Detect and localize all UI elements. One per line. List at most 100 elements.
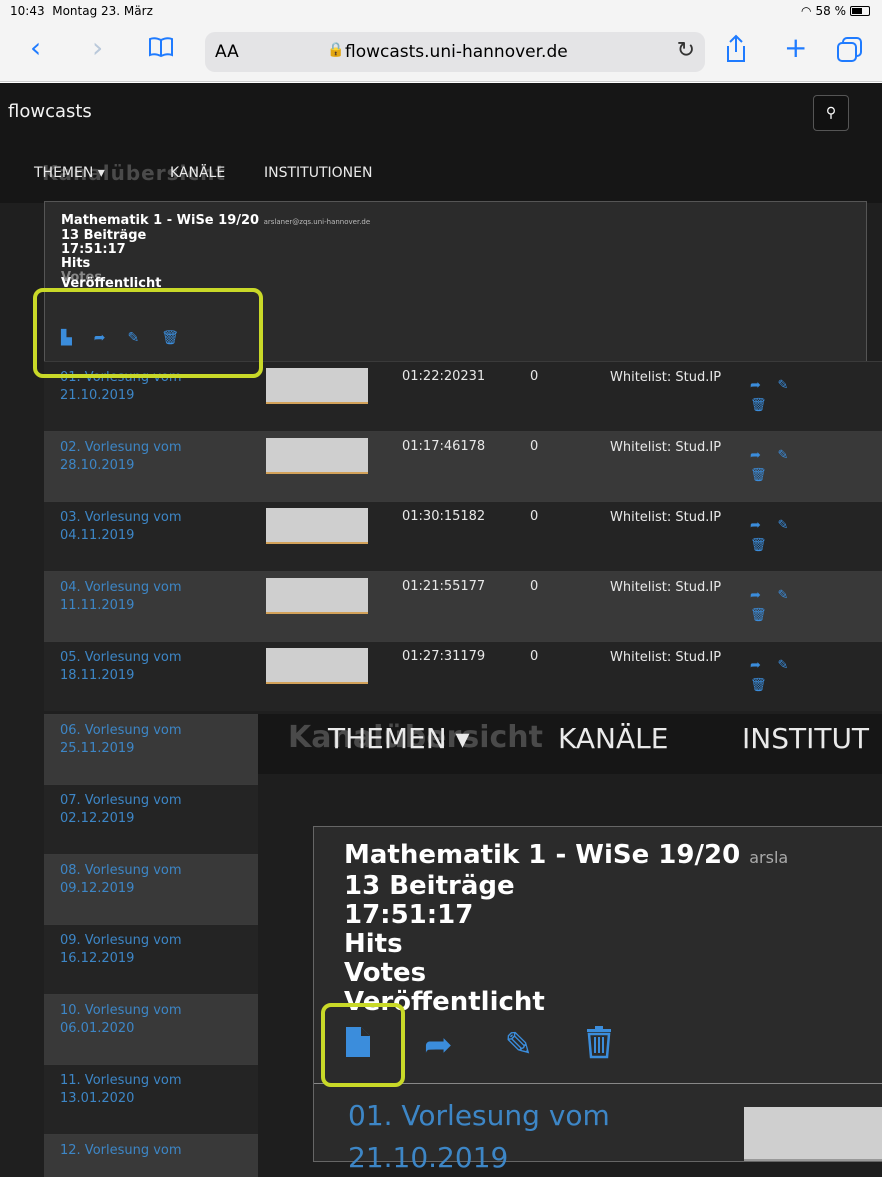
share-icon[interactable]: ➦: [750, 588, 761, 603]
row-title[interactable]: 09. Vorlesung vom 16.12.2019: [60, 932, 250, 968]
site-brand[interactable]: flowcasts: [8, 101, 92, 122]
trash-icon[interactable]: 🗑: [161, 330, 179, 346]
list-item[interactable]: 10. Vorlesung vom 06.01.2020: [44, 994, 258, 1064]
channel-email: arslaner@zqs.uni-hannover.de: [263, 218, 371, 226]
zoomed-divider: [314, 1083, 882, 1084]
forward-icon[interactable]: ›: [92, 32, 103, 64]
row-votes: 0: [530, 649, 539, 664]
row-duration: 01:27:31179: [402, 649, 486, 664]
share-icon[interactable]: ➦: [750, 448, 761, 463]
row-access: Whitelist: Stud.IP: [610, 510, 722, 525]
file-icon[interactable]: [344, 1025, 372, 1068]
row-access: Whitelist: Stud.IP: [610, 440, 722, 455]
main-nav: Kanalübersicht THEMEN ▾ KANÄLE INSTITUTI…: [0, 143, 882, 203]
table-row[interactable]: 04. Vorlesung vom 11.11.2019 01:21:55177…: [44, 571, 882, 641]
pencil-icon[interactable]: ✎: [777, 518, 788, 533]
zoomed-nav-kanaele[interactable]: KANÄLE: [558, 722, 668, 755]
row-title[interactable]: 08. Vorlesung vom 09.12.2019: [60, 862, 250, 898]
share-icon[interactable]: ➦: [750, 518, 761, 533]
share-sheet-icon[interactable]: [724, 34, 748, 72]
row-title[interactable]: 11. Vorlesung vom 13.01.2020: [60, 1072, 250, 1108]
battery-label: 58 %: [815, 4, 847, 18]
row-title[interactable]: 07. Vorlesung vom 02.12.2019: [60, 792, 250, 828]
list-item[interactable]: 06. Vorlesung vom 25.11.2019: [44, 714, 258, 784]
row-actions: ➦ ✎ 🗑: [750, 656, 810, 696]
row-title[interactable]: 05. Vorlesung vom 18.11.2019: [60, 649, 250, 685]
share-icon[interactable]: ➦: [94, 330, 106, 346]
nav-institutionen[interactable]: INSTITUTIONEN: [264, 165, 372, 181]
row-thumbnail[interactable]: [266, 508, 368, 544]
battery-icon: [850, 6, 870, 16]
search-button[interactable]: ⚲: [813, 95, 849, 131]
table-row[interactable]: 03. Vorlesung vom 04.11.2019 01:30:15182…: [44, 501, 882, 571]
address-bar[interactable]: AA 🔒 flowcasts.uni-hannover.de ↻: [205, 32, 705, 72]
text-size-button[interactable]: AA: [215, 42, 239, 62]
row-votes: 0: [530, 579, 539, 594]
zoomed-nav-institutionen[interactable]: INSTITUT: [742, 722, 869, 755]
nav-themen[interactable]: THEMEN ▾: [34, 165, 105, 181]
table-row[interactable]: 05. Vorlesung vom 18.11.2019 01:27:31179…: [44, 641, 882, 711]
zoomed-nav-themen[interactable]: THEMEN ▾: [328, 722, 470, 755]
pencil-icon[interactable]: ✎: [505, 1025, 534, 1068]
zoomed-row-title[interactable]: 01. Vorlesung vom 21.10.2019: [348, 1095, 678, 1177]
pencil-icon[interactable]: ✎: [777, 448, 788, 463]
zoomed-channel-email: arsla: [749, 848, 789, 867]
list-item[interactable]: 12. Vorlesung vom: [44, 1134, 258, 1177]
row-title[interactable]: 06. Vorlesung vom 25.11.2019: [60, 722, 250, 758]
pencil-icon[interactable]: ✎: [777, 588, 788, 603]
channel-panel: Mathematik 1 - WiSe 19/20 arslaner@zqs.u…: [44, 201, 867, 361]
row-thumbnail[interactable]: [266, 648, 368, 684]
bookmarks-icon[interactable]: [148, 36, 174, 68]
pencil-icon[interactable]: ✎: [128, 330, 140, 346]
site-body: flowcasts ⚲ Kanalübersicht THEMEN ▾ KANÄ…: [0, 83, 882, 1177]
channel-hits: Hits: [61, 256, 91, 271]
new-tab-icon[interactable]: +: [784, 32, 807, 64]
row-thumbnail[interactable]: [266, 578, 368, 614]
list-item[interactable]: 09. Vorlesung vom 16.12.2019: [44, 924, 258, 994]
row-title[interactable]: 03. Vorlesung vom 04.11.2019: [60, 509, 250, 545]
row-votes: 0: [530, 509, 539, 524]
episode-list-continued: 06. Vorlesung vom 25.11.2019 07. Vorlesu…: [44, 714, 258, 1177]
channel-title: Mathematik 1 - WiSe 19/20: [61, 213, 260, 228]
row-title[interactable]: 04. Vorlesung vom 11.11.2019: [60, 579, 250, 615]
share-icon[interactable]: ➦: [750, 378, 761, 393]
zoomed-channel-duration: 17:51:17: [344, 900, 474, 930]
back-icon[interactable]: ‹: [30, 32, 41, 64]
pencil-icon[interactable]: ✎: [777, 658, 788, 673]
url-text[interactable]: flowcasts.uni-hannover.de: [345, 42, 568, 62]
reload-icon[interactable]: ↻: [677, 38, 695, 63]
file-icon[interactable]: ▙: [61, 330, 72, 346]
row-duration: 01:22:20231: [402, 369, 486, 384]
row-thumbnail[interactable]: [266, 368, 368, 404]
row-duration: 01:17:46178: [402, 439, 486, 454]
trash-icon[interactable]: 🗑: [750, 608, 767, 623]
row-title[interactable]: 01. Vorlesung vom 21.10.2019: [60, 369, 250, 405]
row-title[interactable]: 10. Vorlesung vom 06.01.2020: [60, 1002, 250, 1038]
share-icon[interactable]: ➦: [424, 1025, 453, 1068]
row-title[interactable]: 12. Vorlesung vom: [60, 1142, 250, 1160]
trash-icon[interactable]: 🗑: [750, 678, 767, 693]
trash-icon[interactable]: 🗑: [750, 538, 767, 553]
zoomed-channel-panel: Mathematik 1 - WiSe 19/20 arsla 13 Beitr…: [313, 826, 882, 1174]
row-thumbnail[interactable]: [266, 438, 368, 474]
zoomed-nav: Kanalübersicht THEMEN ▾ KANÄLE INSTITUT: [258, 714, 882, 774]
lock-icon: 🔒: [327, 42, 345, 58]
zoomed-row-thumbnail[interactable]: [744, 1107, 882, 1161]
status-bar: 10:43 Montag 23. März ◠ 58 %: [0, 0, 882, 22]
trash-icon[interactable]: [585, 1025, 613, 1068]
list-item[interactable]: 11. Vorlesung vom 13.01.2020: [44, 1064, 258, 1134]
trash-icon[interactable]: 🗑: [750, 398, 767, 413]
list-item[interactable]: 08. Vorlesung vom 09.12.2019: [44, 854, 258, 924]
row-actions: ➦ ✎ 🗑: [750, 376, 810, 416]
table-row[interactable]: 02. Vorlesung vom 28.10.2019 01:17:46178…: [44, 431, 882, 501]
row-title[interactable]: 02. Vorlesung vom 28.10.2019: [60, 439, 250, 475]
tabs-icon[interactable]: [836, 36, 864, 71]
row-access: Whitelist: Stud.IP: [610, 370, 722, 385]
channel-duration: 17:51:17: [61, 242, 126, 257]
share-icon[interactable]: ➦: [750, 658, 761, 673]
trash-icon[interactable]: 🗑: [750, 468, 767, 483]
nav-kanaele[interactable]: KANÄLE: [170, 165, 225, 181]
table-row[interactable]: 01. Vorlesung vom 21.10.2019 01:22:20231…: [44, 361, 882, 431]
list-item[interactable]: 07. Vorlesung vom 02.12.2019: [44, 784, 258, 854]
pencil-icon[interactable]: ✎: [777, 378, 788, 393]
